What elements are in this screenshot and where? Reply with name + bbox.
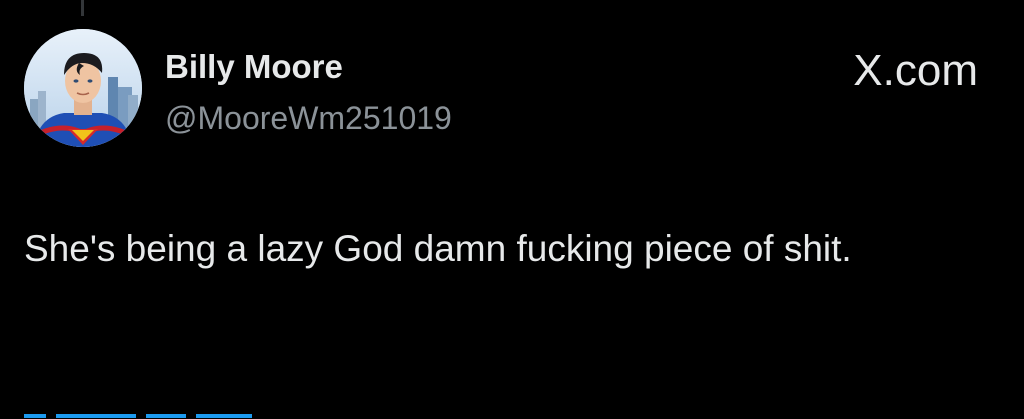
cut-off-link-fragment <box>146 414 186 418</box>
author-avatar[interactable] <box>24 29 142 147</box>
cut-off-link-row <box>24 405 262 419</box>
cut-off-link-fragment <box>24 414 46 418</box>
cut-off-link-fragment <box>56 414 136 418</box>
tweet-body-text: She's being a lazy God damn fucking piec… <box>24 228 852 269</box>
avatar-photo-icon <box>24 29 142 147</box>
author-display-name[interactable]: Billy Moore <box>165 47 343 87</box>
cut-off-link-fragment <box>196 414 252 418</box>
brand-watermark: X.com <box>853 46 978 95</box>
author-handle[interactable]: @MooreWm251019 <box>165 98 452 138</box>
thread-connector-line <box>81 0 84 16</box>
